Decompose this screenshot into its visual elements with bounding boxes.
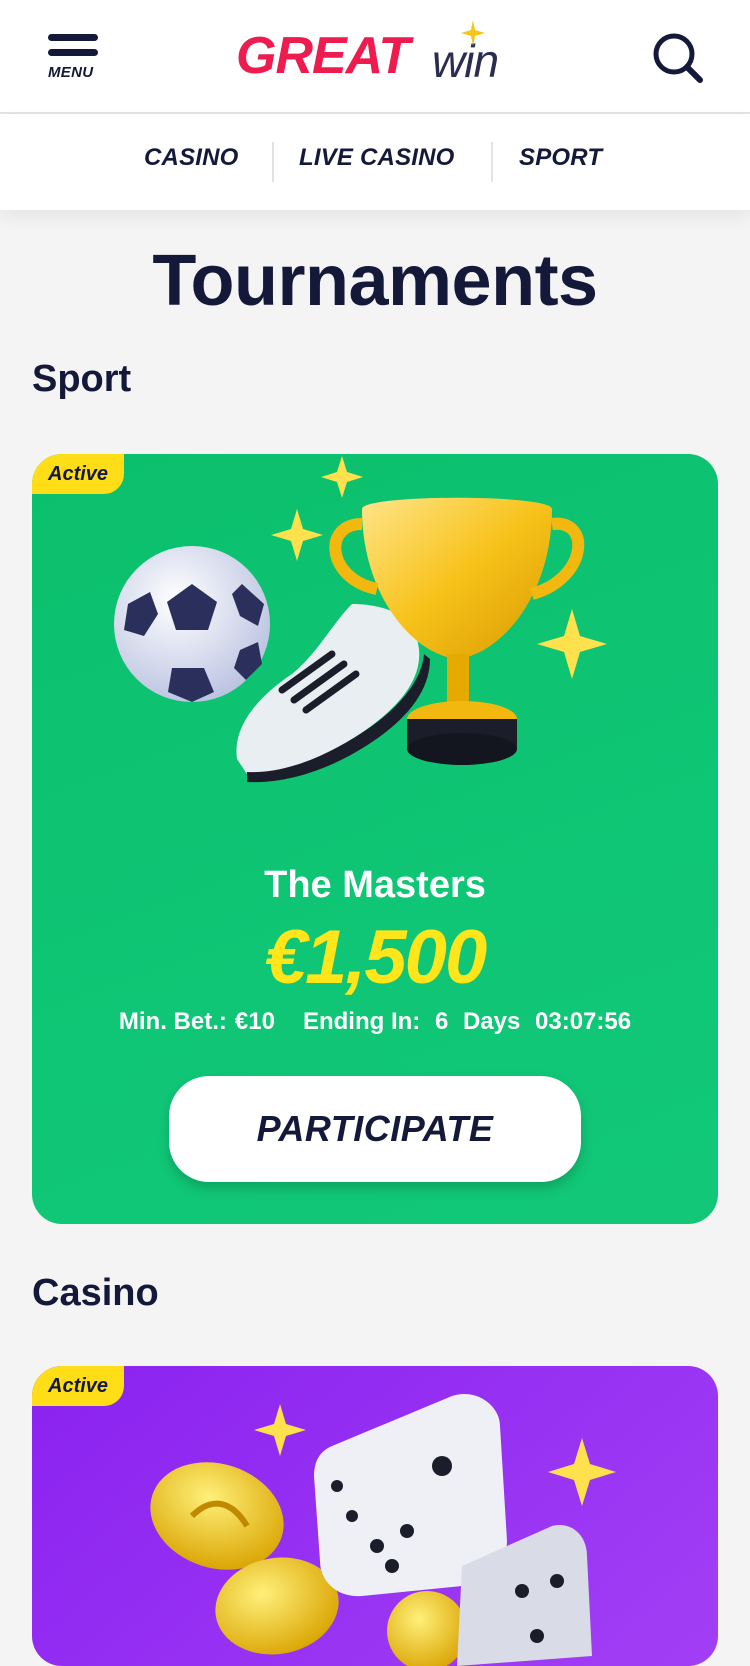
tournament-name: The Masters [264,864,486,906]
search-button[interactable] [650,30,706,86]
min-bet-value: €10 [234,1008,275,1035]
nav-casino[interactable]: CASINO [144,144,239,172]
tournament-card-casino[interactable]: Active [32,1366,718,1666]
search-icon [653,33,703,83]
days-value: 6 [434,1008,449,1035]
ending-label: Ending In: [302,1008,421,1035]
tournament-card-sport[interactable]: Active The Masters €1,500 Min. Bet.: €10 … [32,454,718,1224]
hamburger-menu-icon [48,34,98,41]
min-bet-label: Min. Bet.: [118,1008,227,1035]
nav-divider [272,142,274,182]
nav-divider [491,142,493,182]
status-badge: Active [32,454,125,494]
category-nav: CASINO LIVE CASINO SPORT [0,114,750,210]
section-title-casino: Casino [32,1272,159,1314]
tournament-info: Min. Bet.: €10 Ending In: 6 Days 03:07:56 [32,1008,718,1036]
sport-illustration [114,456,607,783]
nav-sport[interactable]: SPORT [519,144,602,172]
logo-sparkle-icon [461,20,485,46]
casino-illustration [150,1394,616,1666]
days-label: Days [462,1008,521,1035]
status-badge: Active [32,1366,125,1406]
menu-label: MENU [48,64,94,81]
soccer-ball-icon [114,546,270,702]
logo-great-text: GREAT [236,27,410,85]
countdown-time: 03:07:56 [535,1008,632,1035]
top-bar: MENU GREAT win [0,0,750,114]
participate-button[interactable]: PARTICIPATE [169,1076,581,1182]
tournament-prize: €1,500 [264,915,487,1000]
nav-live-casino[interactable]: LIVE CASINO [299,144,455,172]
menu-button[interactable]: MENU [46,32,102,84]
section-title-sport: Sport [32,358,132,400]
page-title: Tournaments [152,241,598,321]
hamburger-menu-icon-line [48,49,98,56]
brand-logo[interactable]: GREAT win [236,20,526,92]
